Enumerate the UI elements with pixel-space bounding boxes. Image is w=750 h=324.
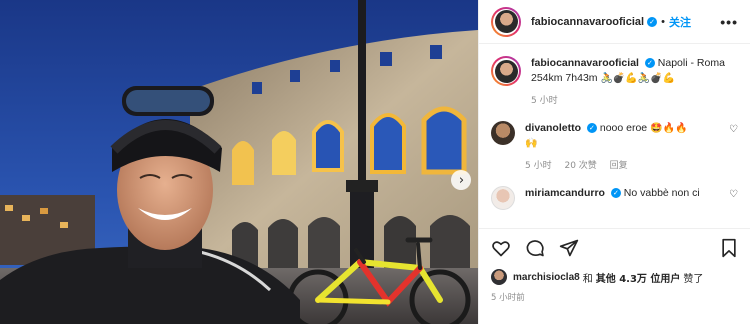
save-bookmark-icon[interactable]: [720, 238, 738, 258]
comment-emojis-line2: 🙌: [525, 138, 538, 149]
comment-time: 5 小时: [525, 161, 552, 171]
share-send-icon[interactable]: [559, 238, 579, 258]
verified-badge-icon: ✓: [610, 188, 621, 199]
post-header: fabiocannavarooficial ✓ • 关注 •••: [479, 0, 750, 44]
post-actions: marchisiocla8 和 其他 4.3万 位用户 赞了 5 小时前: [479, 228, 750, 303]
caption-text-line2: 254km 7h43m: [531, 72, 598, 84]
liker-username[interactable]: marchisiocla8: [513, 272, 580, 283]
comment-like-count[interactable]: 20 次赞: [564, 161, 596, 171]
reply-button[interactable]: 回复: [610, 161, 628, 171]
verified-badge-icon: ✓: [647, 16, 658, 27]
comment-username[interactable]: miriamcandurro: [525, 187, 605, 199]
caption-time: 5 小时: [531, 96, 558, 106]
colosseum-selfie-image: [0, 0, 478, 324]
commenter-avatar[interactable]: [491, 186, 515, 210]
likes-and-text: 和: [582, 273, 593, 285]
list-item: divanoletto ✓ nooo eroe 🤩🔥🔥 🙌 5 小时 20 次赞…: [491, 121, 738, 174]
comment-like-heart-icon[interactable]: ♡: [729, 124, 738, 135]
separator-dot: •: [661, 15, 665, 28]
chevron-right-icon: ›: [458, 172, 465, 188]
comment-like-heart-icon[interactable]: ♡: [729, 189, 738, 200]
carousel-next-button[interactable]: ›: [451, 170, 471, 190]
comment-text: nooo eroe: [599, 122, 648, 134]
caption-emojis: 🚴💣💪🚴💣💪: [600, 73, 676, 84]
likes-suffix-text: 赞了: [683, 273, 704, 285]
caption-author-avatar[interactable]: [491, 56, 521, 86]
comment-emojis: 🤩🔥🔥: [650, 123, 688, 134]
post-timestamp[interactable]: 5 小时前: [491, 291, 738, 303]
like-heart-icon[interactable]: [491, 238, 511, 258]
verified-badge-icon: ✓: [644, 58, 655, 69]
more-options-icon[interactable]: •••: [720, 14, 738, 30]
caption-username[interactable]: fabiocannavarooficial: [531, 57, 639, 69]
caption: fabiocannavarooficial ✓ Napoli - Roma 25…: [491, 56, 738, 109]
commenter-avatar[interactable]: [491, 121, 515, 145]
comment-bubble-icon[interactable]: [525, 238, 545, 258]
comment-username[interactable]: divanoletto: [525, 122, 581, 134]
post-side-panel: fabiocannavarooficial ✓ • 关注 ••• fabioca…: [478, 0, 750, 324]
follow-button[interactable]: 关注: [669, 14, 691, 30]
list-item: miriamcandurro ✓ No vabbè non ci ♡: [491, 186, 738, 210]
author-username[interactable]: fabiocannavarooficial: [531, 16, 644, 28]
comments-list[interactable]: fabiocannavarooficial ✓ Napoli - Roma 25…: [479, 44, 750, 228]
post-photo[interactable]: ›: [0, 0, 478, 324]
likes-summary: marchisiocla8 和 其他 4.3万 位用户 赞了: [491, 269, 738, 285]
author-avatar[interactable]: [491, 6, 521, 37]
likes-others-link[interactable]: 其他 4.3万 位用户: [596, 270, 681, 285]
caption-text-line1: Napoli - Roma: [657, 57, 725, 69]
liker-avatar[interactable]: [491, 269, 507, 285]
comment-text: No vabbè non ci: [623, 187, 700, 199]
verified-badge-icon: ✓: [586, 123, 597, 134]
